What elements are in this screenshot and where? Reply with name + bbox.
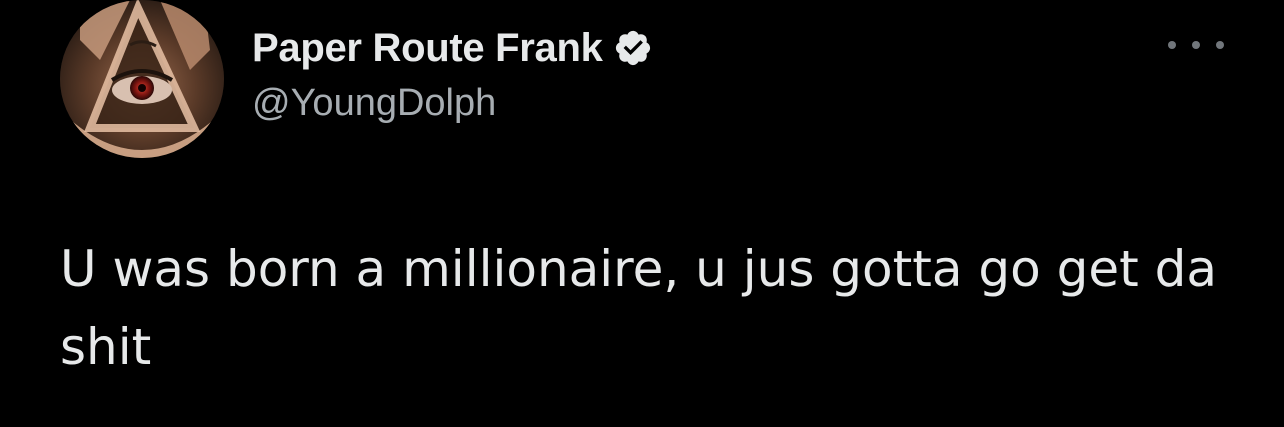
more-options-icon[interactable] [1168, 30, 1224, 60]
avatar-image [60, 0, 224, 158]
more-dot [1216, 41, 1224, 49]
more-dot [1192, 41, 1200, 49]
more-dot [1168, 41, 1176, 49]
tweet-text: U was born a millionaire, u jus gotta go… [60, 240, 1217, 376]
author-display-name[interactable]: Paper Route Frank [252, 26, 603, 71]
author-handle[interactable]: @YoungDolph [252, 82, 496, 125]
tweet-card: Paper Route Frank @YoungDolph U was born… [0, 0, 1284, 427]
author-name-row: Paper Route Frank [252, 20, 653, 76]
verified-badge-icon [613, 28, 653, 68]
profile-avatar[interactable] [60, 0, 224, 158]
